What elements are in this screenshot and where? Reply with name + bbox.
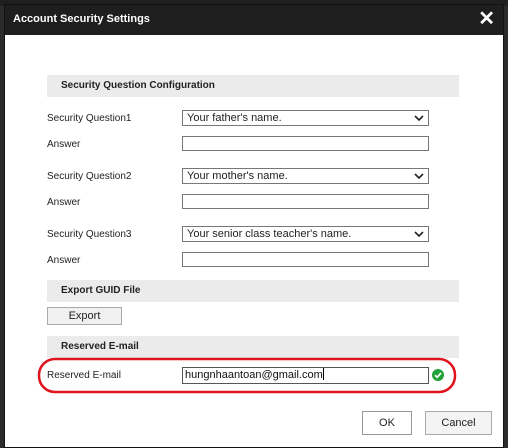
dialog-titlebar: Account Security Settings ✕ [5,5,503,35]
ok-button[interactable]: OK [362,411,412,435]
answer3-label: Answer [47,255,81,266]
answer2-label: Answer [47,197,81,208]
selected-value: Your senior class teacher's name. [187,228,352,240]
selected-value: Your mother's name. [187,170,288,182]
security-question2-select[interactable]: Your mother's name. [182,168,429,184]
export-guid-section-header: Export GUID File [47,280,459,302]
security-question2-label: Security Question2 [47,171,132,182]
cancel-button[interactable]: Cancel [425,411,492,435]
check-circle-icon [432,369,444,381]
account-security-dialog: Account Security Settings ✕ Security Que… [4,4,504,448]
security-question1-label: Security Question1 [47,113,132,124]
security-question3-label: Security Question3 [47,229,132,240]
reserved-email-section-header: Reserved E-mail [47,336,459,358]
selected-value: Your father's name. [187,112,282,124]
chevron-down-icon [414,173,424,180]
answer2-input[interactable] [182,194,429,209]
reserved-email-label: Reserved E-mail [47,370,121,381]
security-question1-select[interactable]: Your father's name. [182,110,429,126]
text-caret [322,368,324,380]
chevron-down-icon [414,231,424,238]
answer3-input[interactable] [182,252,429,267]
dialog-title: Account Security Settings [13,13,150,25]
reserved-email-input[interactable]: hungnhaantoan@gmail.com [182,367,429,384]
security-question3-select[interactable]: Your senior class teacher's name. [182,226,429,242]
security-question-section-header: Security Question Configuration [47,75,459,97]
close-icon[interactable]: ✕ [478,8,495,30]
section-title: Reserved E-mail [61,341,139,352]
section-title: Security Question Configuration [61,80,215,91]
reserved-email-value: hungnhaantoan@gmail.com [185,369,323,381]
chevron-down-icon [414,115,424,122]
export-button[interactable]: Export [47,307,122,325]
answer1-label: Answer [47,139,81,150]
section-title: Export GUID File [61,285,141,296]
answer1-input[interactable] [182,136,429,151]
